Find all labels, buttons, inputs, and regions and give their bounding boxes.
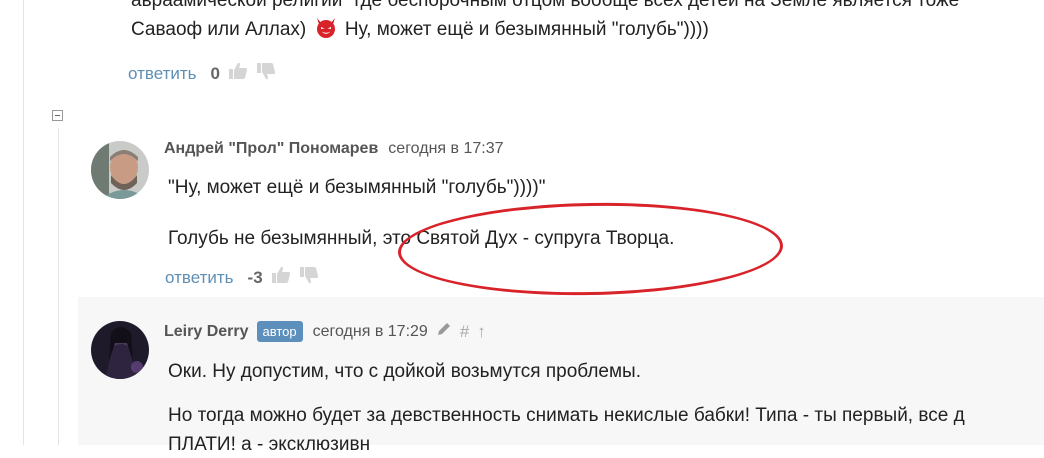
thumbs-up-icon[interactable] <box>228 62 248 85</box>
comment-text-cut: ПЛАТИ! а - эксклюзивн <box>168 434 371 455</box>
thumbs-down-icon[interactable] <box>299 266 319 289</box>
author-name[interactable]: Leiry Derry <box>164 323 249 341</box>
red-annotation-ellipse <box>397 199 784 299</box>
comment-text: Но тогда можно будет за девственность сн… <box>168 405 965 426</box>
thumbs-up-icon[interactable] <box>271 266 291 289</box>
comment-actions: ответить -3 <box>165 266 319 289</box>
comment-quote: "Ну, может ещё и безымянный "голубь"))))… <box>168 177 546 198</box>
comment-time[interactable]: сегодня в 17:37 <box>388 140 503 158</box>
comment-text-end: Ну, может ещё и безымянный "голубь")))) <box>344 19 709 40</box>
comment-header: Leiry Derry автор сегодня в 17:29 # ↑ <box>164 321 486 342</box>
comment-actions: ответить 0 <box>128 62 276 85</box>
avatar[interactable] <box>91 141 149 199</box>
devil-emoji-icon <box>314 15 338 47</box>
avatar[interactable] <box>91 321 149 379</box>
comment-text-cut: авраамической религии "где беспорочным о… <box>131 0 960 11</box>
comment-text-line: Саваоф или Аллах) Ну, может ещё и безымя… <box>131 15 709 47</box>
comment-text-start: Саваоф или Аллах) <box>131 19 307 40</box>
permalink-hash[interactable]: # <box>460 322 469 342</box>
reply-link[interactable]: ответить <box>128 64 197 84</box>
thread-line <box>23 0 24 445</box>
author-badge: автор <box>256 321 303 342</box>
nested-thread-line <box>58 128 59 445</box>
author-name[interactable]: Андрей "Прол" Пономарев <box>164 140 378 158</box>
comment-text: Оки. Ну допустим, что с дойкой возьмутся… <box>168 361 641 382</box>
pencil-icon[interactable] <box>436 321 452 342</box>
reply-link[interactable]: ответить <box>165 268 234 288</box>
arrow-up-icon[interactable]: ↑ <box>477 322 486 342</box>
comment-time[interactable]: сегодня в 17:29 <box>313 323 428 341</box>
comment-score: -3 <box>247 267 263 287</box>
minus-box-icon[interactable] <box>52 110 63 121</box>
comment-header: Андрей "Прол" Пономарев сегодня в 17:37 <box>164 140 504 158</box>
thumbs-down-icon[interactable] <box>256 62 276 85</box>
comment-score: 0 <box>210 63 220 83</box>
